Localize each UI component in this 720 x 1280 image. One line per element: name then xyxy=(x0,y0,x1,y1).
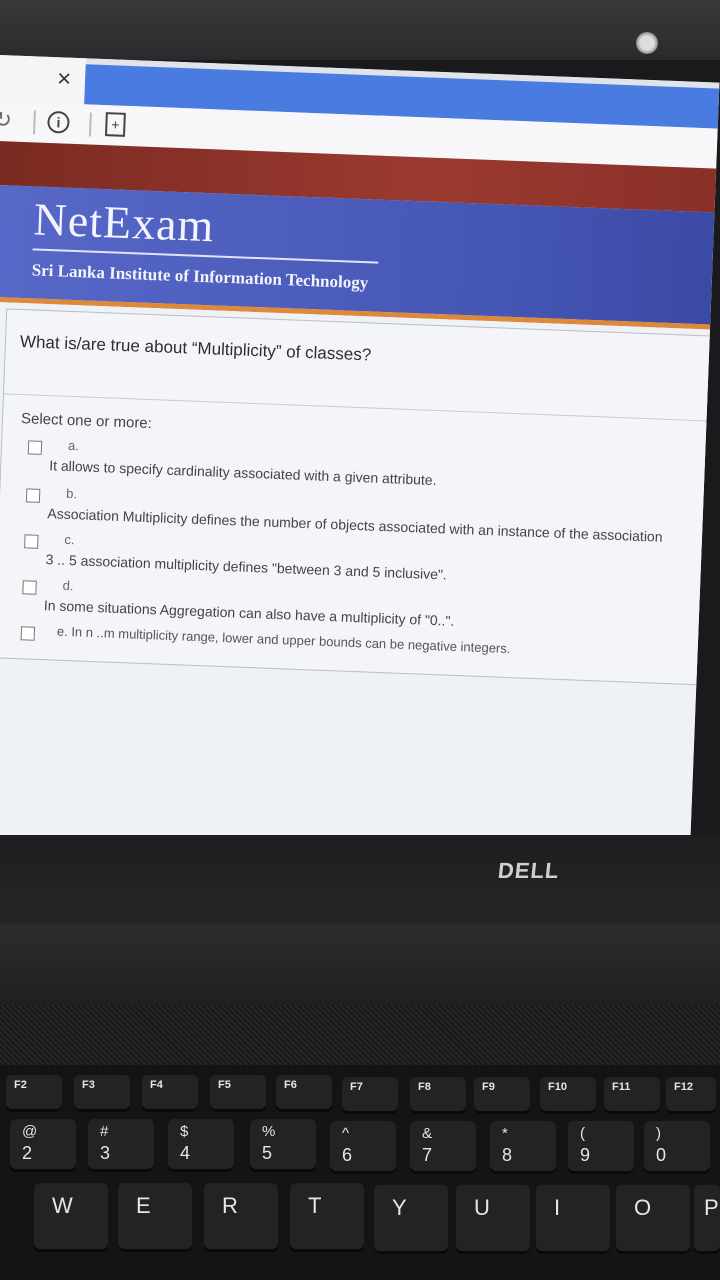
key-f4[interactable]: F4 xyxy=(142,1075,198,1109)
key-f3[interactable]: F3 xyxy=(74,1075,130,1109)
answer-instruction: Select one or more: xyxy=(20,410,153,433)
option-b-checkbox[interactable] xyxy=(25,488,41,503)
speaker-grille xyxy=(0,1005,720,1065)
key-9[interactable]: (9 xyxy=(568,1121,634,1171)
key-f2[interactable]: F2 xyxy=(6,1075,62,1109)
option-text: In some situations Aggregation can also … xyxy=(43,597,455,629)
option-letter: a. xyxy=(67,437,80,454)
reload-icon[interactable]: ↻ xyxy=(0,107,12,134)
quiz-content: What is/are true about “Multiplicity” of… xyxy=(0,301,720,863)
dell-logo: DELL xyxy=(496,858,561,883)
key-o[interactable]: O xyxy=(616,1185,690,1251)
webcam xyxy=(636,32,658,54)
option-a-checkbox[interactable] xyxy=(27,440,43,455)
key-4[interactable]: $4 xyxy=(168,1119,234,1169)
close-tab-icon[interactable]: × xyxy=(57,65,72,94)
question-text: What is/are true about “Multiplicity” of… xyxy=(19,331,372,365)
option-text: It allows to specify cardinality associa… xyxy=(48,457,437,489)
info-icon[interactable]: i xyxy=(47,110,70,134)
key-f9[interactable]: F9 xyxy=(474,1077,530,1111)
key-0[interactable]: ) 0 xyxy=(644,1121,710,1171)
key-7[interactable]: & 7 xyxy=(410,1121,476,1171)
key-e[interactable]: E xyxy=(118,1183,192,1249)
option-text: e. In n ..m multiplicity range, lower an… xyxy=(56,623,511,657)
option-c-checkbox[interactable] xyxy=(24,534,39,549)
key-r[interactable]: R xyxy=(204,1183,278,1249)
key-f6[interactable]: F6 xyxy=(276,1075,332,1109)
question-box: What is/are true about “Multiplicity” of… xyxy=(0,308,720,688)
key-i[interactable]: I xyxy=(536,1185,610,1251)
browser-tab[interactable]: × xyxy=(0,55,86,105)
page-icon[interactable]: + xyxy=(104,112,126,137)
laptop-screen: × ↻ i + NetExam Sri Lanka Institute of I… xyxy=(0,55,720,863)
key-f8[interactable]: F8 xyxy=(410,1077,466,1111)
institute-name: Sri Lanka Institute of Information Techn… xyxy=(31,260,369,293)
keyboard: F2 F3 F4 F5 F6 F7 F8 F9 F10 F11 F12 @2 #… xyxy=(0,1065,720,1280)
option-text: 3 .. 5 association multiplicity defines … xyxy=(45,551,448,583)
key-f10[interactable]: F10 xyxy=(540,1077,596,1111)
netexam-logo[interactable]: NetExam xyxy=(33,192,216,252)
key-y[interactable]: Y xyxy=(374,1185,448,1251)
key-6[interactable]: ^ 6 xyxy=(330,1121,396,1171)
toolbar-divider xyxy=(88,112,92,137)
key-p[interactable]: P xyxy=(694,1185,720,1251)
key-5[interactable]: % 5 xyxy=(250,1119,316,1169)
laptop-top-bezel xyxy=(0,0,720,60)
key-f7[interactable]: F7 xyxy=(342,1077,398,1111)
option-e-checkbox[interactable] xyxy=(20,626,36,641)
option-letter: b. xyxy=(65,485,78,502)
key-f12[interactable]: F12 xyxy=(666,1077,716,1111)
key-t[interactable]: T xyxy=(290,1183,364,1249)
key-f11[interactable]: F11 xyxy=(604,1077,660,1111)
laptop-hinge xyxy=(0,925,720,1005)
key-2[interactable]: @2 xyxy=(10,1119,76,1169)
option-d-checkbox[interactable] xyxy=(22,580,37,595)
option-text: Association Multiplicity defines the num… xyxy=(47,505,663,545)
key-f5[interactable]: F5 xyxy=(210,1075,266,1109)
key-u[interactable]: U xyxy=(456,1185,530,1251)
option-letter: c. xyxy=(64,531,75,548)
key-w[interactable]: W xyxy=(34,1183,108,1249)
key-8[interactable]: * 8 xyxy=(490,1121,556,1171)
option-letter: d. xyxy=(62,577,74,594)
toolbar-divider xyxy=(32,110,36,135)
key-3[interactable]: #3 xyxy=(88,1119,154,1169)
